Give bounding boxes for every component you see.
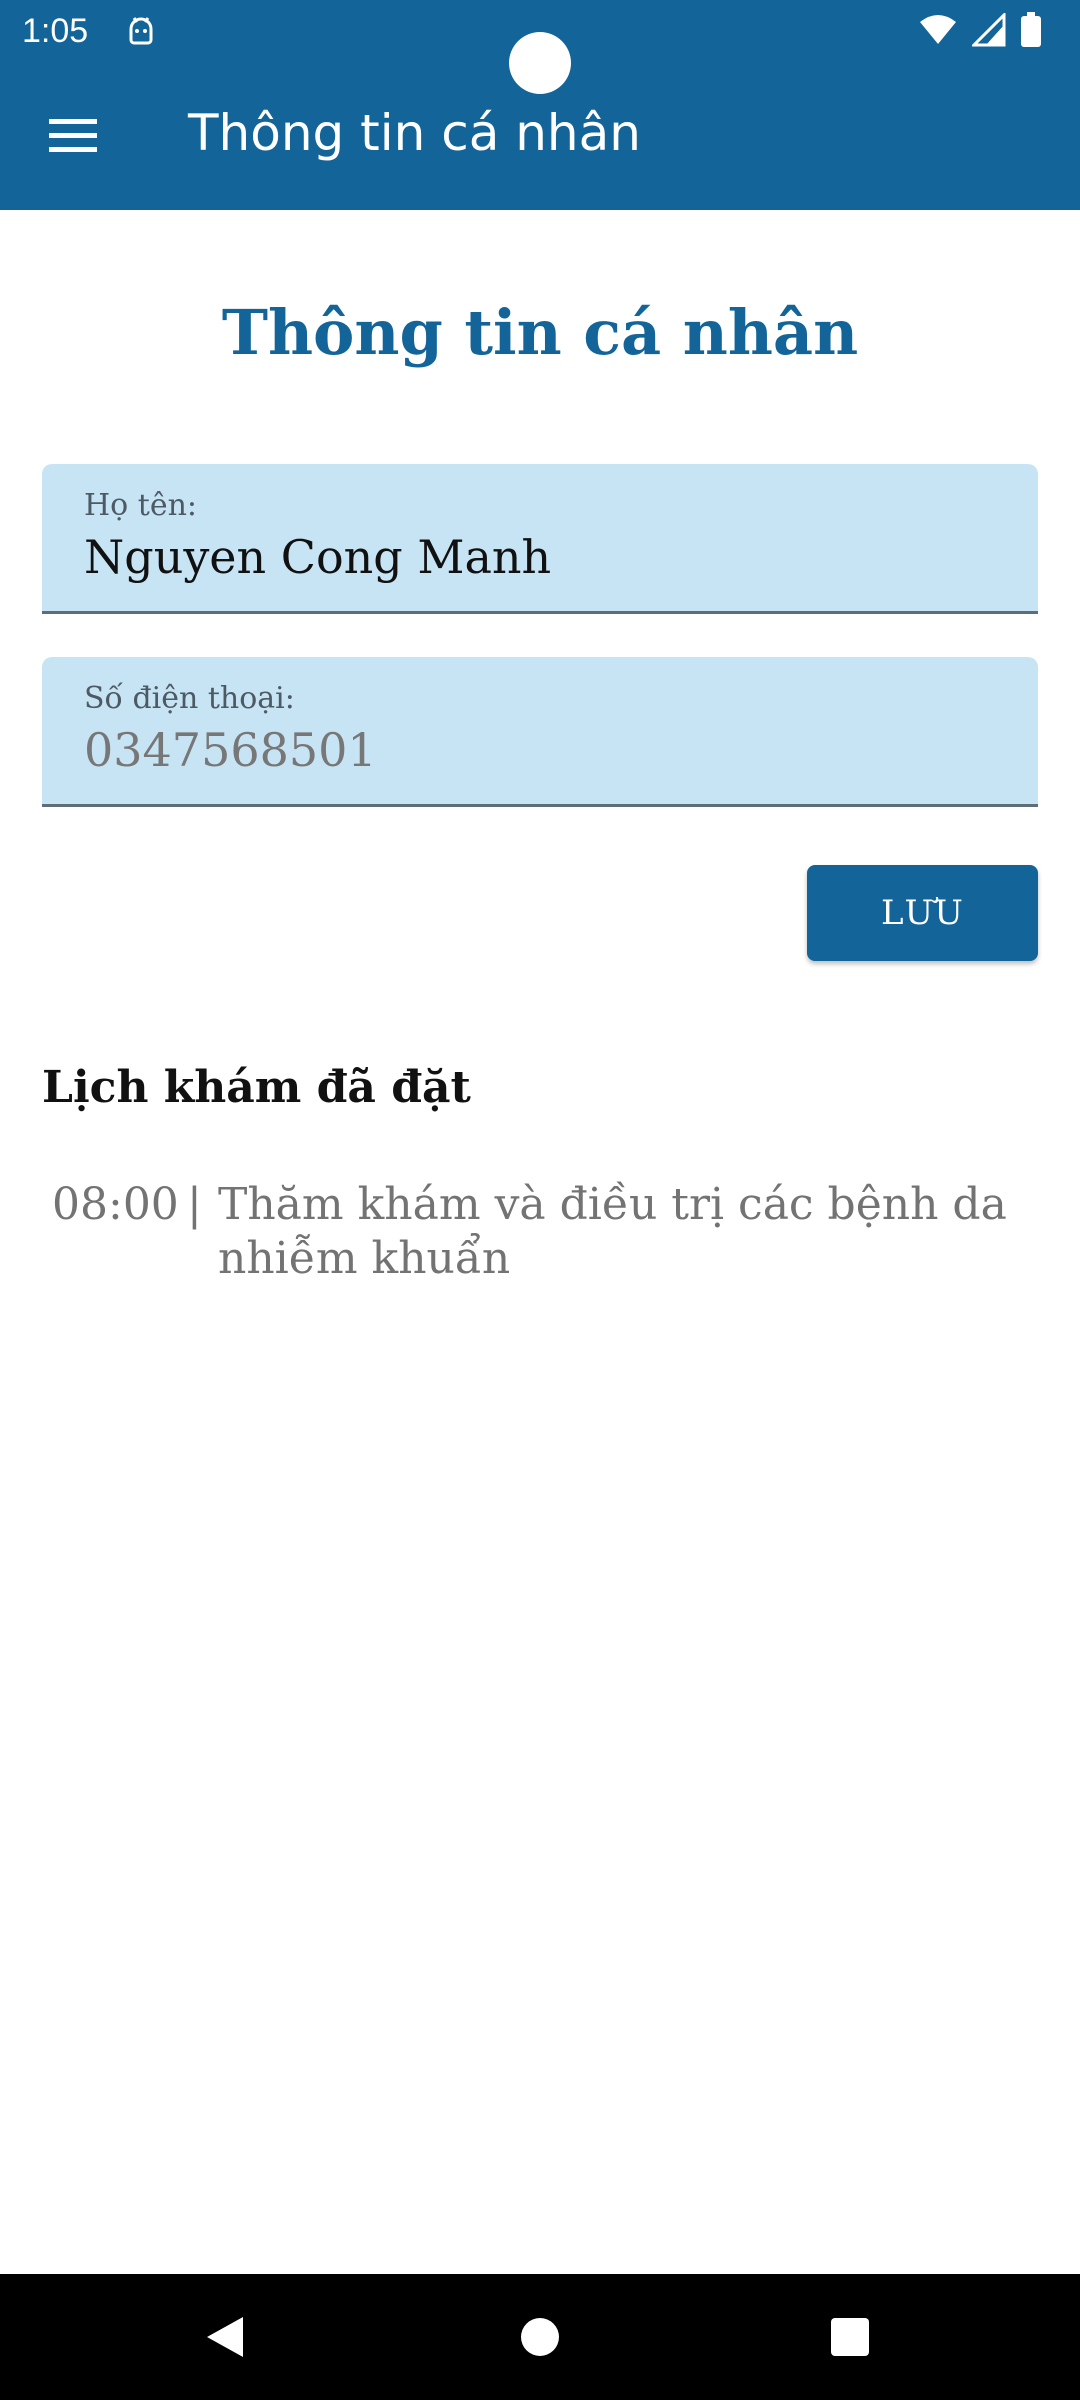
phone-field-label: Số điện thoại:	[84, 681, 295, 716]
name-field[interactable]: Họ tên: Nguyen Cong Manh	[42, 464, 1038, 614]
android-debug-icon	[124, 14, 158, 48]
profile-screen: 1:05 Thông tin cá nhân Thông tin cá nhân…	[0, 0, 1080, 2400]
home-icon[interactable]	[505, 2302, 575, 2372]
appointment-description: Thăm khám và điều trị các bệnh da nhiễm …	[218, 1179, 1007, 1284]
battery-icon	[1020, 12, 1042, 52]
appointment-time: 08:00	[52, 1179, 179, 1230]
app-bar-title: Thông tin cá nhân	[188, 104, 641, 162]
name-field-label: Họ tên:	[84, 488, 197, 523]
phone-field-value[interactable]: 0347568501	[84, 723, 377, 777]
system-nav-bar	[0, 2274, 1080, 2400]
signal-icon	[970, 11, 1006, 51]
status-time: 1:05	[22, 12, 89, 50]
name-field-value[interactable]: Nguyen Cong Manh	[84, 530, 551, 584]
back-icon[interactable]	[190, 2302, 260, 2372]
appointment-separator: |	[187, 1179, 202, 1230]
menu-button[interactable]	[30, 100, 116, 176]
wifi-icon	[918, 14, 958, 50]
appointments-heading: Lịch khám đã đặt	[42, 1062, 471, 1113]
save-button[interactable]: LƯU	[807, 865, 1038, 961]
app-header: 1:05 Thông tin cá nhân	[0, 0, 1080, 210]
page-title: Thông tin cá nhân	[221, 296, 859, 369]
status-icons	[918, 11, 1042, 52]
phone-field[interactable]: Số điện thoại: 0347568501	[42, 657, 1038, 807]
recents-icon[interactable]	[815, 2302, 885, 2372]
menu-icon	[47, 116, 99, 160]
front-camera-cutout	[509, 32, 571, 94]
